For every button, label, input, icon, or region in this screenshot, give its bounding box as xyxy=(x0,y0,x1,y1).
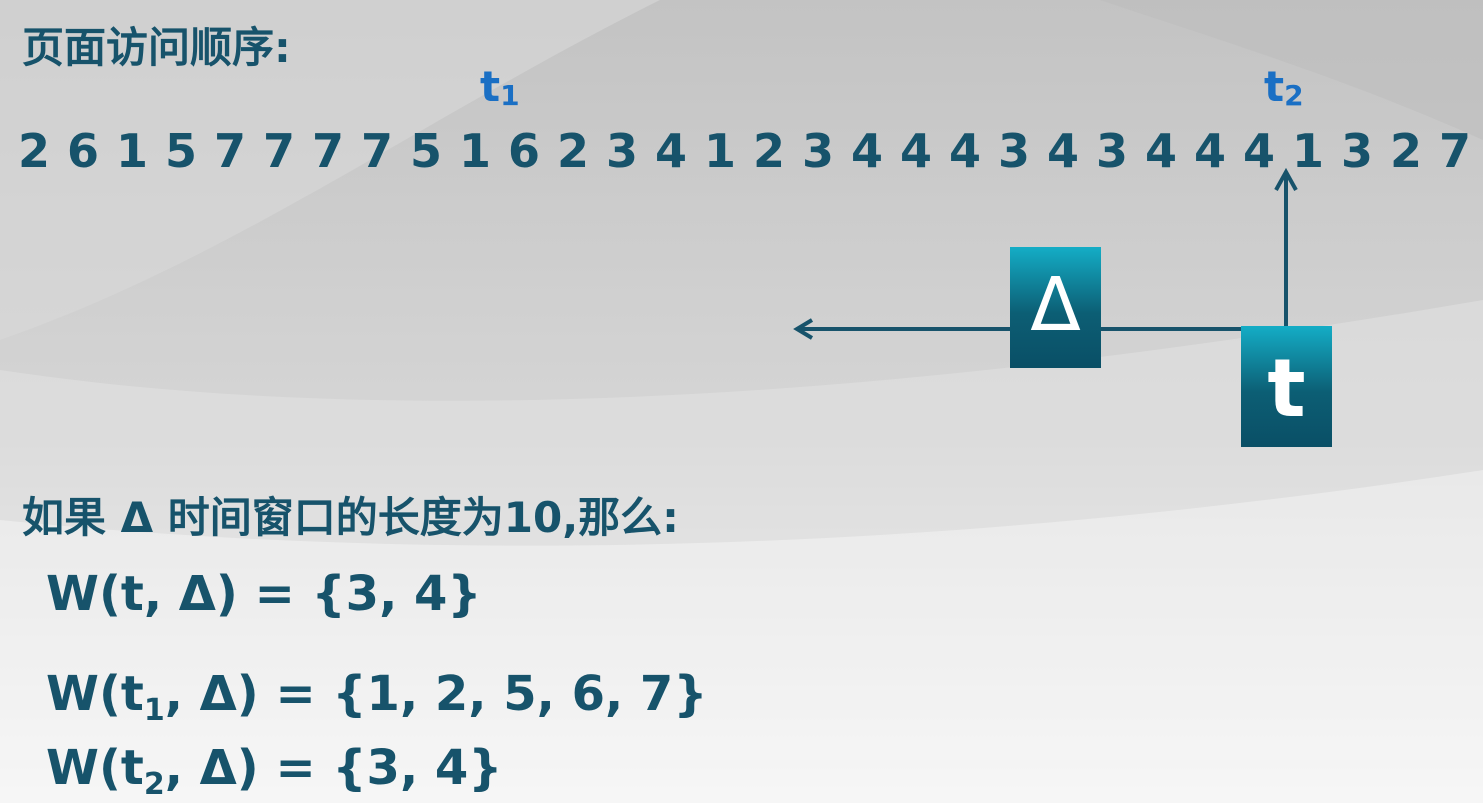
delta-box: Δ xyxy=(1010,247,1101,368)
working-set-formula-t1: W(t1, Δ) = {1, 2, 5, 6, 7} xyxy=(46,666,708,728)
formula-rhs: {3, 4} xyxy=(332,740,503,796)
formula-lhs-pre: W(t xyxy=(46,740,144,796)
formula-lhs-pre: W(t xyxy=(46,666,144,722)
formula-lhs-post: , Δ) = xyxy=(164,666,333,722)
working-set-formula-t2: W(t2, Δ) = {3, 4} xyxy=(46,740,503,802)
formula-lhs-post: , Δ) = xyxy=(164,740,333,796)
t-box: t xyxy=(1241,326,1332,447)
formula-rhs: {3, 4} xyxy=(311,566,482,622)
formula-lhs-sub: 1 xyxy=(143,693,165,728)
working-set-formula-t: W(t, Δ) = {3, 4} xyxy=(46,566,482,622)
formula-lhs: W(t, Δ) = xyxy=(46,566,312,622)
window-condition-text: 如果 Δ 时间窗口的长度为10,那么: xyxy=(22,493,679,542)
formula-rhs: {1, 2, 5, 6, 7} xyxy=(332,666,708,722)
formula-lhs-sub: 2 xyxy=(143,767,165,802)
